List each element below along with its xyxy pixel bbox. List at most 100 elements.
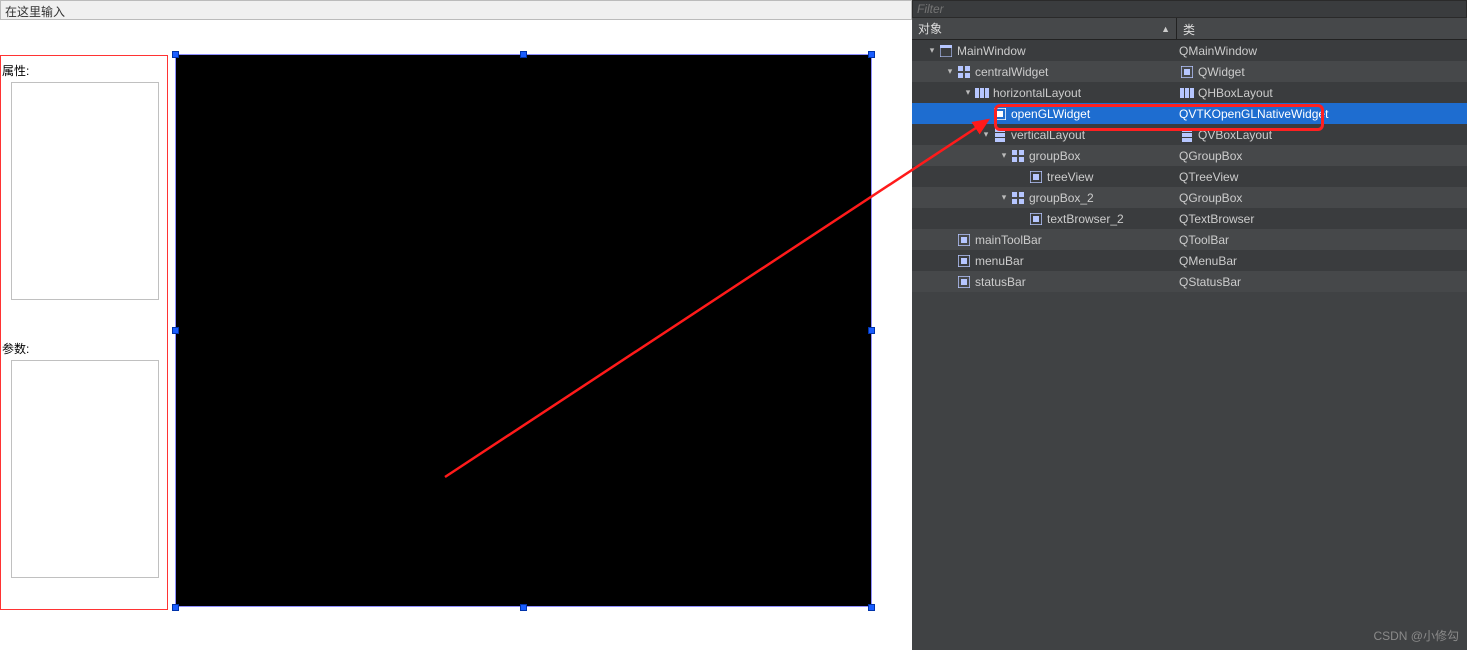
tree-row[interactable]: textBrowser_2 QTextBrowser — [912, 208, 1467, 229]
resize-handle-se[interactable] — [868, 604, 875, 611]
tree-header: 对象 ▲ 类 — [912, 18, 1467, 40]
header-class[interactable]: 类 — [1177, 18, 1467, 39]
tree-expander-icon[interactable]: ▾ — [980, 129, 992, 140]
class-name: QToolBar — [1179, 233, 1229, 247]
tree-body: ▾MainWindowQMainWindow▾centralWidgetQWid… — [912, 40, 1467, 292]
form-designer: 在这里输入 属性: 参数: — [0, 0, 912, 650]
tree-cell-class: QVTKOpenGLNativeWidget — [1177, 107, 1467, 121]
tree-row[interactable]: openGLWidget QVTKOpenGLNativeWidget — [912, 103, 1467, 124]
tree-expander-icon[interactable]: ▾ — [998, 150, 1010, 161]
widget-icon — [956, 254, 972, 268]
tree-cell-class: QWidget — [1177, 65, 1467, 79]
window-icon — [938, 44, 954, 58]
resize-handle-w[interactable] — [172, 327, 179, 334]
tree-expander-icon[interactable]: ▾ — [962, 87, 974, 98]
groupbox-properties[interactable] — [11, 82, 159, 300]
tree-row[interactable]: menuBarQMenuBar — [912, 250, 1467, 271]
class-name: QHBoxLayout — [1198, 86, 1273, 100]
widget-icon — [992, 107, 1008, 121]
tree-cell-object: ▾ horizontalLayout — [912, 86, 1177, 100]
tree-cell-object: ▾ MainWindow — [912, 44, 1177, 58]
tree-expander-icon[interactable]: ▾ — [926, 45, 938, 56]
tree-cell-class: QHBoxLayout — [1177, 86, 1467, 100]
groupbox-params[interactable] — [11, 360, 159, 578]
tree-row[interactable]: statusBar QStatusBar — [912, 271, 1467, 292]
tree-cell-class: QGroupBox — [1177, 149, 1467, 163]
object-name: verticalLayout — [1011, 128, 1085, 142]
tree-cell-class: QMenuBar — [1177, 254, 1467, 268]
tree-cell-class: QMainWindow — [1177, 44, 1467, 58]
tree-cell-object: openGLWidget — [912, 107, 1177, 121]
class-name: QGroupBox — [1179, 149, 1242, 163]
tree-row[interactable]: mainToolBarQToolBar — [912, 229, 1467, 250]
tree-cell-object: ▾ verticalLayout — [912, 128, 1177, 142]
resize-handle-sw[interactable] — [172, 604, 179, 611]
tree-row[interactable]: treeView QTreeView — [912, 166, 1467, 187]
resize-handle-ne[interactable] — [868, 51, 875, 58]
grid-icon — [1010, 149, 1026, 163]
tree-cell-object: mainToolBar — [912, 233, 1177, 247]
tree-cell-object: treeView — [912, 170, 1177, 184]
object-name: textBrowser_2 — [1047, 212, 1124, 226]
opengl-widget[interactable] — [175, 54, 872, 607]
class-name: QMainWindow — [1179, 44, 1257, 58]
tree-cell-class: QStatusBar — [1177, 275, 1467, 289]
class-name: QStatusBar — [1179, 275, 1241, 289]
header-object[interactable]: 对象 ▲ — [912, 18, 1177, 39]
header-object-label: 对象 — [918, 20, 942, 37]
tree-cell-class: QGroupBox — [1177, 191, 1467, 205]
class-name: QTreeView — [1179, 170, 1238, 184]
resize-handle-nw[interactable] — [172, 51, 179, 58]
resize-handle-s[interactable] — [520, 604, 527, 611]
tree-row[interactable]: ▾ MainWindow QMainWindow — [912, 40, 1467, 61]
object-name: groupBox — [1029, 149, 1080, 163]
object-name: treeView — [1047, 170, 1093, 184]
tree-row[interactable]: ▾ horizontalLayout QHBoxLayout — [912, 82, 1467, 103]
object-name: horizontalLayout — [993, 86, 1081, 100]
tree-cell-object: ▾ groupBox — [912, 149, 1177, 163]
tree-row[interactable]: ▾ centralWidget QWidget — [912, 61, 1467, 82]
tree-cell-class: QTextBrowser — [1177, 212, 1467, 226]
object-name: centralWidget — [975, 65, 1048, 79]
resize-handle-e[interactable] — [868, 327, 875, 334]
watermark: CSDN @小修勾 — [1373, 627, 1459, 644]
tree-cell-object: ▾ centralWidget — [912, 65, 1177, 79]
tree-cell-class: QTreeView — [1177, 170, 1467, 184]
designer-filter-input[interactable]: 在这里输入 — [0, 0, 912, 20]
tree-cell-object: textBrowser_2 — [912, 212, 1177, 226]
widget-icon — [956, 233, 972, 247]
inspector-filter-input[interactable] — [912, 0, 1467, 18]
tree-expander-icon[interactable]: ▾ — [998, 192, 1010, 203]
tree-cell-object: statusBar — [912, 275, 1177, 289]
tree-expander-icon[interactable]: ▾ — [944, 66, 956, 77]
tree-row[interactable]: ▾ groupBox_2 QGroupBox — [912, 187, 1467, 208]
class-name: QVTKOpenGLNativeWidget — [1179, 107, 1328, 121]
tree-cell-object: ▾ groupBox_2 — [912, 191, 1177, 205]
class-name: QMenuBar — [1179, 254, 1237, 268]
tree-row[interactable]: ▾ verticalLayout QVBoxLayout — [912, 124, 1467, 145]
tree-cell-class: QVBoxLayout — [1177, 128, 1467, 142]
vlayout-icon — [1179, 128, 1195, 142]
tree-cell-class: QToolBar — [1177, 233, 1467, 247]
tree-row[interactable]: ▾ groupBox QGroupBox — [912, 145, 1467, 166]
groupbox-params-label: 参数: — [2, 340, 29, 357]
object-name: openGLWidget — [1011, 107, 1090, 121]
object-inspector: 对象 ▲ 类 ▾MainWindowQMainWindow▾centralWid… — [912, 0, 1467, 650]
grid-icon — [956, 65, 972, 79]
vlayout-icon — [992, 128, 1008, 142]
resize-handle-n[interactable] — [520, 51, 527, 58]
class-name: QGroupBox — [1179, 191, 1242, 205]
object-name: MainWindow — [957, 44, 1026, 58]
widget-icon — [1028, 212, 1044, 226]
tree-cell-object: menuBar — [912, 254, 1177, 268]
widget-icon — [1028, 170, 1044, 184]
class-name: QTextBrowser — [1179, 212, 1254, 226]
class-name: QVBoxLayout — [1198, 128, 1272, 142]
object-name: groupBox_2 — [1029, 191, 1094, 205]
widget-icon — [956, 275, 972, 289]
groupbox-properties-label: 属性: — [2, 62, 29, 79]
sort-asc-icon: ▲ — [1161, 24, 1170, 34]
grid-icon — [1010, 191, 1026, 205]
widget-icon — [1179, 65, 1195, 79]
object-name: statusBar — [975, 275, 1026, 289]
